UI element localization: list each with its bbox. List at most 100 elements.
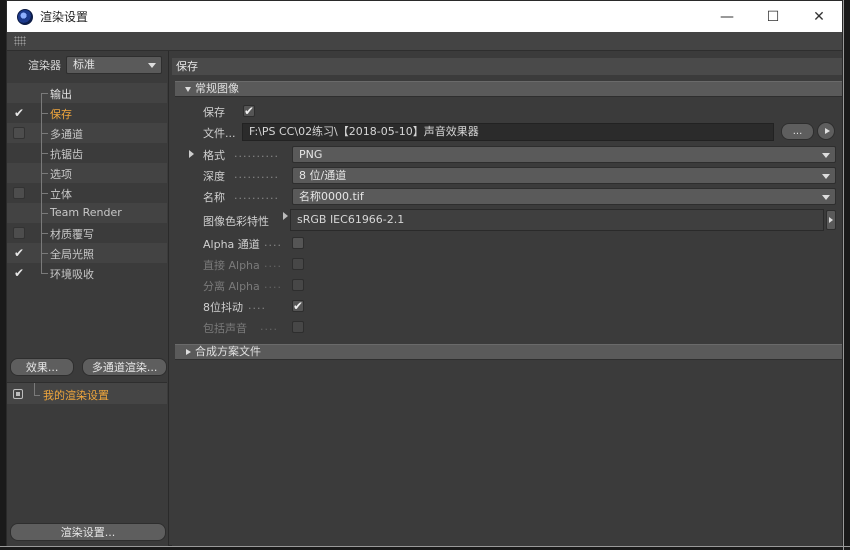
name-dropdown[interactable]: 名称0000.tif — [292, 188, 836, 205]
depth-row: 深度 .......... 8 位/通道 — [172, 165, 842, 185]
window-controls: — ☐ ✕ — [704, 1, 842, 32]
renderer-row: 渲染器 标准 — [7, 55, 169, 75]
chevron-down-icon — [822, 153, 830, 158]
multipass-render-button[interactable]: 多通道渲染... — [82, 358, 167, 376]
chevron-down-icon — [148, 63, 156, 68]
collapse-icon — [185, 86, 191, 92]
leader-dots: .......... — [234, 147, 279, 160]
renderer-value: 标准 — [73, 58, 95, 71]
color-profile-arrow-button[interactable] — [826, 210, 836, 230]
browse-button[interactable]: ... — [781, 123, 814, 140]
tree-line — [41, 133, 48, 134]
alpha-checkbox[interactable] — [292, 237, 304, 249]
sidebar-item[interactable]: ✔ 保存 — [7, 103, 167, 123]
save-checkbox[interactable]: ✔ — [243, 104, 255, 118]
depth-value: 8 位/通道 — [299, 169, 347, 182]
sidebar-item-label: 全局光照 — [50, 248, 94, 261]
straight-alpha-label: 直接 Alpha — [203, 259, 260, 272]
tree-line — [41, 193, 48, 194]
leader-dots: .......... — [234, 168, 279, 181]
sidebar-item[interactable]: ✔ 全局光照 — [7, 243, 167, 263]
leader-dots: .......... — [234, 189, 279, 202]
straight-alpha-checkbox[interactable] — [292, 258, 304, 270]
checkmark-icon[interactable]: ✔ — [13, 246, 25, 260]
save-row: 保存 ✔ — [172, 101, 842, 121]
sidebar-item-label: 多通道 — [50, 128, 83, 141]
sidebar-item[interactable]: ✔ 环境吸收 — [7, 263, 167, 283]
depth-dropdown[interactable]: 8 位/通道 — [292, 167, 836, 184]
tree-line — [41, 233, 48, 234]
right-panel: 保存 常规图像 保存 ✔ 文件... F:\PS CC\02练习\【2018-0… — [172, 51, 842, 546]
minimize-button[interactable]: — — [704, 1, 750, 32]
panel-header: 保存 — [172, 58, 842, 75]
sidebar-item-label: 环境吸收 — [50, 268, 94, 281]
name-row: 名称 .......... 名称0000.tif — [172, 186, 842, 206]
render-settings-button[interactable]: 渲染设置... — [10, 523, 166, 541]
renderer-label: 渲染器 — [28, 59, 61, 72]
expand-triangle-icon[interactable] — [189, 150, 194, 158]
checkmark-icon[interactable]: ✔ — [13, 266, 25, 280]
include-sound-label: 包括声音 — [203, 322, 247, 335]
sidebar-item[interactable]: Team Render — [7, 203, 167, 223]
sidebar-item[interactable]: 材质覆写 — [7, 223, 167, 243]
section-compositing-project-file[interactable]: 合成方案文件 — [175, 344, 842, 360]
tree-line — [41, 93, 48, 94]
background-line — [0, 546, 850, 547]
color-profile-label: 图像色彩特性 — [203, 215, 269, 228]
cinema4d-app-icon — [17, 8, 33, 25]
separate-alpha-row: 分离 Alpha .... — [172, 275, 842, 295]
section-regular-image[interactable]: 常规图像 — [175, 81, 842, 97]
separate-alpha-checkbox[interactable] — [292, 279, 304, 291]
include-sound-checkbox[interactable] — [292, 321, 304, 333]
sidebar-item[interactable]: 多通道 — [7, 123, 167, 143]
leader-dots: .... — [248, 299, 266, 312]
color-profile-field[interactable]: sRGB IEC61966-2.1 — [290, 209, 824, 231]
checkbox[interactable] — [13, 187, 25, 199]
tree-line — [41, 253, 48, 254]
format-label: 格式 — [203, 149, 225, 162]
effects-button[interactable]: 效果... — [10, 358, 75, 376]
sound-row: 包括声音 .... — [172, 317, 842, 337]
sidebar-item-label: 选项 — [50, 168, 72, 181]
left-panel: 渲染器 标准 输出 ✔ 保存多通道抗锯齿选项立体 Team Render 材质覆写 ✔ 全局… — [7, 51, 169, 546]
sidebar-item[interactable]: 抗锯齿 — [7, 143, 167, 163]
tree-line — [41, 263, 42, 273]
expand-arrow-button[interactable] — [817, 122, 835, 140]
tree-line — [41, 153, 48, 154]
settings-tree: 输出 ✔ 保存多通道抗锯齿选项立体 Team Render 材质覆写 ✔ 全局光照 ✔ 环境吸收 — [7, 83, 167, 283]
sidebar-item-label: 立体 — [50, 188, 72, 201]
chevron-down-icon — [822, 174, 830, 179]
sidebar-item[interactable]: 选项 — [7, 163, 167, 183]
sidebar-item-label: 保存 — [50, 108, 72, 121]
checkbox[interactable] — [13, 127, 25, 139]
renderer-select[interactable]: 标准 — [66, 56, 162, 74]
file-label: 文件... — [203, 127, 236, 140]
preset-item-my-render-settings[interactable]: 我的渲染设置 — [43, 387, 109, 403]
menu-strip — [7, 32, 842, 51]
render-settings-window: 渲染设置 — ☐ ✕ 渲染器 标准 输出 ✔ 保存 多通道 抗锯齿 选项 立体 Team Re… — [6, 0, 843, 546]
expand-icon — [186, 349, 191, 355]
dither-checkbox[interactable]: ✔ — [292, 299, 304, 313]
format-dropdown[interactable]: PNG — [292, 146, 836, 163]
maximize-button[interactable]: ☐ — [750, 1, 796, 32]
tree-line — [41, 113, 48, 114]
tree-line — [41, 213, 48, 214]
chevron-down-icon — [822, 195, 830, 200]
checkbox[interactable] — [13, 227, 25, 239]
leader-dots: .... — [264, 278, 282, 291]
left-buttons: 效果... 多通道渲染... — [10, 358, 167, 376]
straight-alpha-row: 直接 Alpha .... — [172, 254, 842, 274]
file-path-field[interactable]: F:\PS CC\02练习\【2018-05-10】声音效果器 — [242, 123, 774, 141]
tree-line — [41, 93, 42, 103]
sidebar-item[interactable]: 立体 — [7, 183, 167, 203]
grip-icon[interactable] — [14, 36, 26, 46]
leader-dots: .... — [260, 320, 278, 333]
sidebar-item[interactable]: 输出 — [7, 83, 167, 103]
close-button[interactable]: ✕ — [796, 1, 842, 32]
name-value: 名称0000.tif — [299, 190, 364, 203]
save-label: 保存 — [203, 106, 225, 119]
expand-triangle-icon[interactable] — [283, 212, 288, 220]
dither-label: 8位抖动 — [203, 301, 243, 314]
checkmark-icon[interactable]: ✔ — [13, 106, 25, 120]
tree-line — [41, 273, 48, 274]
